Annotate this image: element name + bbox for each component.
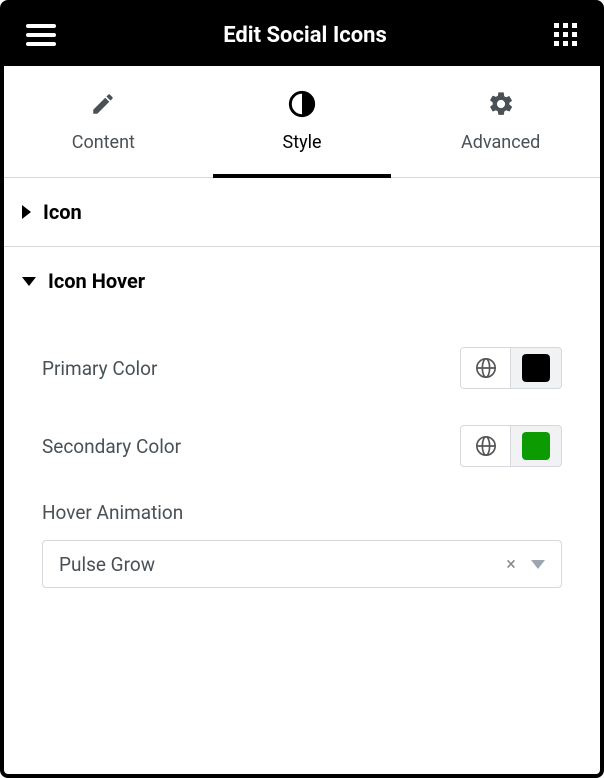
apps-grid-icon[interactable] bbox=[554, 23, 578, 47]
section-icon-hover-header[interactable]: Icon Hover bbox=[4, 247, 600, 315]
secondary-color-swatch-button[interactable] bbox=[511, 426, 561, 466]
section-icon-title: Icon bbox=[43, 200, 82, 224]
caret-right-icon bbox=[22, 205, 31, 219]
section-icon-header[interactable]: Icon bbox=[4, 178, 600, 246]
hover-animation-select[interactable]: Pulse Grow × bbox=[42, 540, 562, 588]
hover-animation-value: Pulse Grow bbox=[59, 553, 497, 576]
secondary-color-group bbox=[460, 425, 562, 467]
panel-header: Edit Social Icons bbox=[4, 4, 600, 66]
tab-content-label: Content bbox=[72, 132, 135, 153]
tab-style-label: Style bbox=[283, 132, 322, 153]
primary-color-label: Primary Color bbox=[42, 357, 157, 380]
secondary-color-global-button[interactable] bbox=[461, 426, 511, 466]
primary-color-group bbox=[460, 347, 562, 389]
section-icon: Icon bbox=[4, 178, 600, 247]
section-icon-hover-title: Icon Hover bbox=[48, 269, 145, 293]
globe-icon bbox=[475, 435, 497, 457]
menu-icon[interactable] bbox=[26, 24, 56, 46]
primary-color-swatch-button[interactable] bbox=[511, 348, 561, 388]
tab-style[interactable]: Style bbox=[203, 66, 402, 177]
tab-advanced[interactable]: Advanced bbox=[401, 66, 600, 177]
secondary-color-label: Secondary Color bbox=[42, 435, 181, 458]
hover-animation-label: Hover Animation bbox=[42, 501, 562, 524]
chevron-down-icon bbox=[531, 560, 545, 569]
tab-advanced-label: Advanced bbox=[461, 132, 540, 153]
control-hover-animation: Hover Animation Pulse Grow × bbox=[42, 481, 562, 588]
section-icon-hover: Icon Hover Primary Color Secondary Color bbox=[4, 247, 600, 622]
contrast-icon bbox=[288, 90, 316, 118]
control-secondary-color: Secondary Color bbox=[42, 403, 562, 481]
tabs: Content Style Advanced bbox=[4, 66, 600, 178]
panel-title: Edit Social Icons bbox=[56, 23, 554, 48]
primary-color-swatch bbox=[522, 354, 550, 382]
primary-color-global-button[interactable] bbox=[461, 348, 511, 388]
tab-content[interactable]: Content bbox=[4, 66, 203, 177]
caret-down-icon bbox=[22, 277, 36, 286]
section-icon-hover-body: Primary Color Secondary Color bbox=[4, 315, 600, 622]
control-primary-color: Primary Color bbox=[42, 325, 562, 403]
gear-icon bbox=[487, 90, 515, 118]
clear-icon[interactable]: × bbox=[497, 554, 525, 575]
pencil-icon bbox=[90, 90, 116, 118]
globe-icon bbox=[475, 357, 497, 379]
secondary-color-swatch bbox=[522, 432, 550, 460]
